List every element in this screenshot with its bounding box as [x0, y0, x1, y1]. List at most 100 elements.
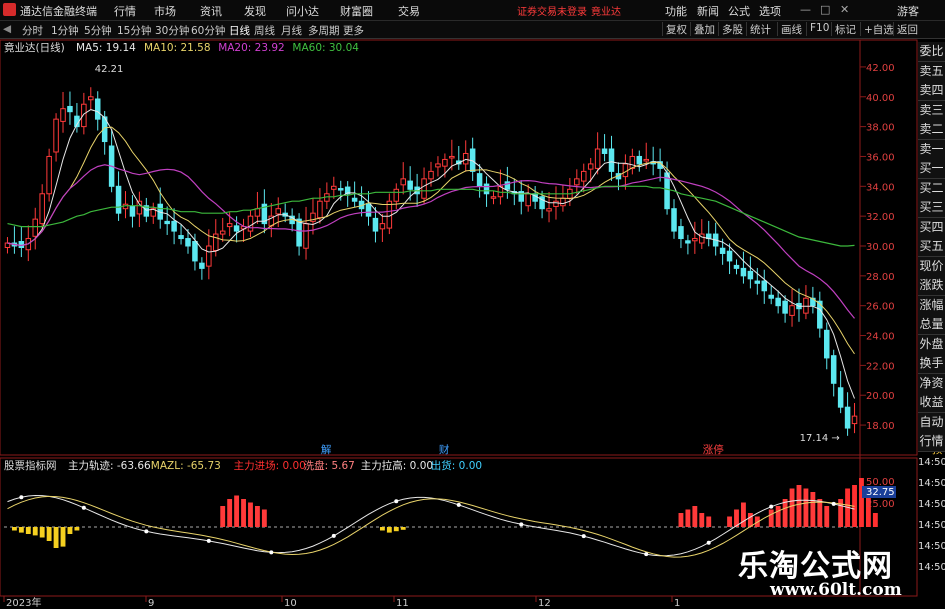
side-panel-item[interactable]: 卖一 — [918, 139, 945, 160]
candle-body — [365, 203, 372, 217]
side-panel-item[interactable]: 收益 — [918, 393, 945, 413]
side-panel-item[interactable]: 涨幅 — [918, 295, 945, 316]
side-panel-item[interactable]: 委比 — [918, 42, 945, 62]
side-panel-item[interactable]: 卖二 — [918, 120, 945, 140]
candle-body — [206, 245, 212, 267]
candle-body — [254, 208, 261, 217]
candle-body — [247, 215, 254, 232]
candle-body — [553, 200, 559, 207]
indicator-legend-label: 出货: 0.00 — [431, 459, 482, 472]
candle-body — [587, 163, 594, 170]
signal-dot — [581, 534, 586, 539]
indicator-bar — [379, 527, 385, 531]
signal-dot — [144, 529, 149, 534]
kline-chart[interactable]: 42.00 40.00 38.00 36.00 34.00 32.00 30.00 28.00… — [0, 0, 945, 609]
signal-dot — [331, 533, 336, 538]
signal-dot — [269, 550, 274, 555]
indicator-bar — [859, 478, 864, 527]
ma-legend-label: MA60: 30.04 — [292, 42, 359, 54]
candle-body — [449, 155, 455, 159]
side-panel-item[interactable]: 买二 — [918, 178, 945, 199]
candle-body — [178, 235, 184, 240]
price-tick-label: 18.00 — [866, 421, 895, 432]
indicator-bar — [810, 492, 816, 527]
candle-body — [747, 270, 754, 280]
side-panel-item[interactable]: 自动 — [918, 412, 945, 433]
candle-body — [60, 108, 66, 122]
candle-body — [462, 152, 469, 165]
tick-time-label: 14:50 — [918, 520, 945, 531]
candle-body — [442, 158, 448, 167]
side-panel-item[interactable]: 买四 — [918, 217, 945, 238]
candle-body — [768, 294, 774, 299]
time-axis-label: 12 — [538, 598, 551, 609]
candle-body — [476, 173, 483, 187]
side-panel-item[interactable]: 外盘 — [918, 334, 945, 355]
indicator-bar — [741, 502, 746, 527]
indicator-current-value: 32.75 — [866, 487, 895, 498]
candle-body — [379, 223, 386, 230]
side-panel-item[interactable]: 买五 — [918, 237, 945, 257]
candle-body — [275, 208, 282, 215]
indicator-bar — [60, 527, 66, 547]
price-tick-label: 20.00 — [866, 391, 895, 402]
side-panel-item[interactable]: 净资 — [918, 373, 945, 394]
candle-body — [719, 247, 726, 254]
price-tick-label: 36.00 — [866, 152, 895, 163]
candle-body — [393, 188, 400, 202]
candle-body — [372, 217, 379, 232]
ma-legend-label: MA20: 23.92 — [218, 42, 285, 54]
tick-time-label: 14:50 — [918, 562, 945, 573]
candle-body — [219, 230, 226, 235]
indicator-bar — [789, 488, 795, 527]
candle-body — [761, 280, 768, 292]
candle-body — [678, 226, 684, 240]
candle-body — [53, 118, 59, 153]
candle-body — [213, 233, 219, 251]
event-marker: 解 — [321, 443, 332, 456]
low-price-label: 17.14 → — [800, 433, 840, 444]
candle-body — [32, 218, 39, 237]
side-panel-item[interactable]: 现价 — [918, 256, 945, 277]
candle-body — [594, 148, 601, 169]
indicator-bar — [39, 527, 45, 538]
indicator-bar — [74, 527, 80, 531]
side-panel-item[interactable]: 涨跌 — [918, 276, 945, 296]
indicator-tick-label: 25.00 — [866, 499, 895, 510]
candle-body — [636, 155, 643, 165]
candle-body — [525, 193, 531, 207]
side-panel-item[interactable]: 买一 — [918, 159, 945, 179]
price-tick-label: 26.00 — [866, 302, 895, 313]
indicator-bar — [838, 499, 844, 527]
candle-body — [685, 240, 691, 244]
watermark-url: www.60lt.com — [770, 580, 902, 600]
indicator-bar — [796, 485, 802, 527]
candle-body — [81, 103, 87, 128]
candle-body — [692, 238, 698, 242]
candle-body — [226, 223, 233, 228]
indicator-bar — [234, 495, 240, 527]
candle-body — [726, 250, 733, 262]
side-panel-item[interactable]: 行情 — [918, 432, 945, 452]
signal-dot — [519, 522, 524, 527]
time-axis-label: 2023年 — [6, 596, 41, 609]
indicator-legend-label: 主力进场: 0.00 — [234, 459, 306, 472]
side-panel-item[interactable]: 卖四 — [918, 81, 945, 101]
price-tick-label: 28.00 — [866, 272, 895, 283]
side-panel-item[interactable]: 卖三 — [918, 100, 945, 121]
signal-dot — [706, 540, 711, 545]
candle-body — [643, 158, 649, 162]
signal-dot — [456, 502, 461, 507]
ma-legend-label: MA10: 21.58 — [144, 42, 211, 54]
candle-body — [601, 148, 608, 154]
side-panel-item[interactable]: 总量 — [918, 315, 945, 335]
signal-dot — [831, 501, 836, 506]
price-tick-label: 42.00 — [866, 63, 895, 74]
side-panel-item[interactable]: 买三 — [918, 198, 945, 218]
candle-body — [46, 155, 52, 195]
side-panel-item[interactable]: 卖五 — [918, 61, 945, 82]
side-panel-item[interactable]: 换手 — [918, 354, 945, 374]
candle-body — [851, 415, 858, 425]
indicator-bar — [393, 527, 399, 532]
candle-body — [844, 406, 851, 429]
